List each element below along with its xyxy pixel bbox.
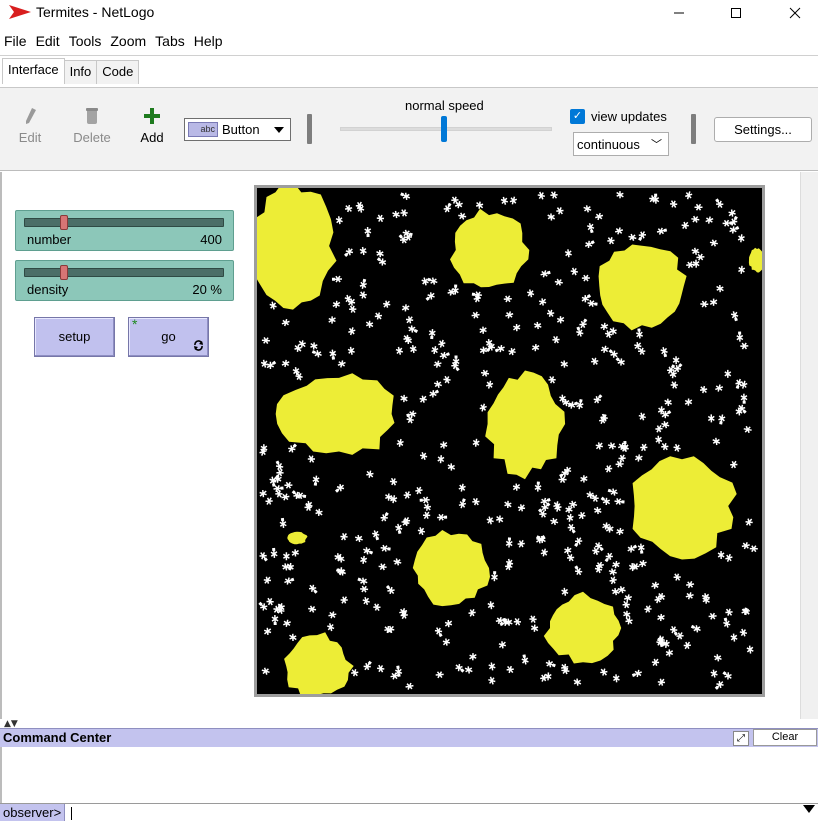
button-widget-icon: abc	[188, 122, 218, 137]
widget-type-dropdown[interactable]: abc Button	[184, 118, 291, 141]
menu-file[interactable]: File	[0, 31, 32, 53]
menu-divider	[0, 55, 818, 56]
view-updates-checkbox[interactable]: ✓	[570, 109, 585, 124]
speed-slider-thumb[interactable]	[441, 116, 447, 142]
delete-button[interactable]: Delete	[71, 107, 113, 145]
interface-toolbar: Edit Delete Add abc Button normal speed …	[0, 87, 818, 171]
plus-icon	[144, 108, 160, 124]
window-title: Termites - NetLogo	[36, 4, 155, 20]
density-slider-track[interactable]	[24, 268, 224, 277]
netlogo-logo-icon	[9, 5, 31, 19]
maximize-button[interactable]	[713, 0, 759, 26]
vertical-scrollbar[interactable]	[800, 172, 818, 719]
go-button-label: go	[161, 329, 176, 344]
command-center-title: Command Center	[3, 730, 112, 745]
command-input[interactable]	[71, 805, 791, 820]
clear-button[interactable]: Clear	[753, 729, 817, 746]
title-bar: Termites - NetLogo	[0, 0, 818, 26]
add-button[interactable]: Add	[138, 107, 166, 145]
minimize-button[interactable]	[656, 0, 702, 26]
pencil-icon	[26, 108, 36, 124]
density-slider-label: density	[27, 282, 69, 297]
maximize-icon	[731, 8, 741, 18]
density-slider[interactable]: density 20 %	[15, 260, 234, 301]
close-icon	[789, 7, 801, 19]
delete-label: Delete	[73, 130, 111, 145]
density-slider-thumb[interactable]	[60, 265, 68, 280]
view-updates-label: view updates	[591, 109, 667, 124]
text-caret	[71, 807, 72, 820]
tab-interface[interactable]: Interface	[2, 58, 65, 84]
edit-label: Edit	[18, 130, 42, 145]
tab-code[interactable]: Code	[96, 60, 140, 84]
world-canvas	[257, 188, 762, 694]
density-slider-value: 20 %	[192, 282, 222, 297]
chevron-down-icon: ﹀	[651, 139, 662, 151]
action-key-star-icon: *	[132, 316, 138, 332]
update-mode-value: continuous	[577, 137, 640, 152]
minimize-icon	[674, 12, 684, 14]
menu-edit[interactable]: Edit	[32, 31, 65, 53]
command-output-area	[0, 747, 818, 803]
command-center-header: Command Center ⤢ Clear	[0, 728, 818, 747]
menu-bar: File Edit Tools Zoom Tabs Help	[0, 31, 228, 53]
setup-button[interactable]: setup	[34, 317, 115, 357]
edit-button[interactable]: Edit	[16, 107, 44, 145]
trash-icon	[86, 108, 98, 124]
tab-strip: Interface Info Code	[2, 58, 140, 84]
menu-tools[interactable]: Tools	[65, 31, 107, 53]
forever-icon	[194, 340, 203, 351]
observer-prompt[interactable]: observer>	[0, 804, 66, 821]
number-slider-value: 400	[200, 232, 222, 247]
menu-zoom[interactable]: Zoom	[106, 31, 151, 53]
toolbar-divider	[307, 114, 312, 144]
widget-type-value: Button	[222, 122, 260, 137]
command-input-row: observer>	[0, 803, 818, 821]
number-slider-label: number	[27, 232, 72, 247]
update-mode-select[interactable]: continuous ﹀	[573, 132, 669, 156]
speed-label: normal speed	[405, 98, 484, 113]
close-window-button[interactable]	[772, 0, 818, 26]
number-slider[interactable]: number 400	[15, 210, 234, 251]
history-dropdown-icon[interactable]	[803, 805, 815, 813]
toolbar-divider-2	[691, 114, 696, 144]
menu-tabs[interactable]: Tabs	[151, 31, 190, 53]
expand-icon[interactable]: ⤢	[733, 731, 749, 746]
tab-info[interactable]: Info	[63, 60, 98, 84]
number-slider-thumb[interactable]	[60, 215, 68, 230]
world-view[interactable]	[254, 185, 765, 697]
dropdown-arrow-icon	[274, 127, 284, 133]
number-slider-track[interactable]	[24, 218, 224, 227]
menu-help[interactable]: Help	[190, 31, 228, 53]
settings-button[interactable]: Settings...	[714, 117, 812, 142]
go-button[interactable]: go *	[128, 316, 209, 357]
widget-icon-text: abc	[200, 124, 215, 134]
add-label: Add	[140, 130, 164, 145]
